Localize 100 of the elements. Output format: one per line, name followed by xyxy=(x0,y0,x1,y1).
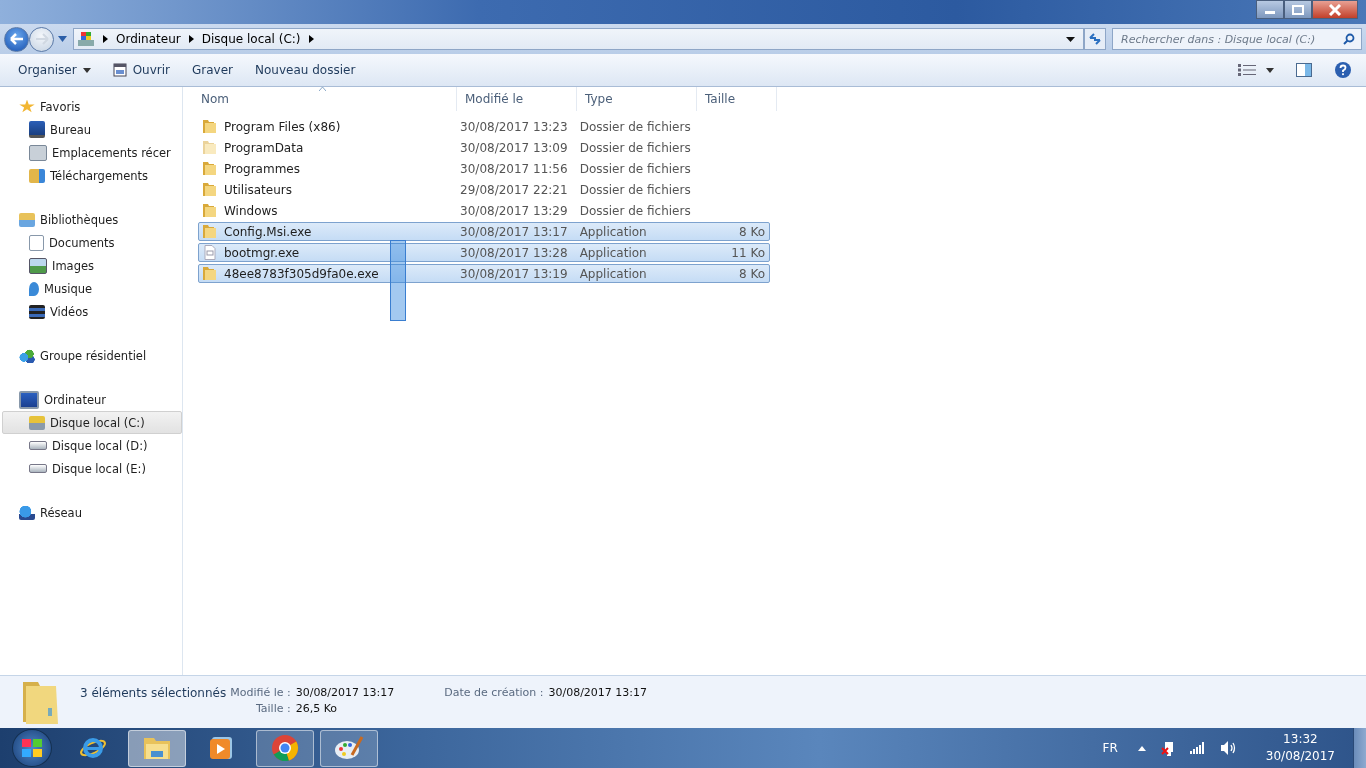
type-cell: Dossier de fichiers xyxy=(579,119,691,134)
file-name: Utilisateurs xyxy=(224,182,292,197)
file-name: Config.Msi.exe xyxy=(224,224,312,239)
taskbar-app-button[interactable] xyxy=(320,729,378,767)
file-row[interactable]: bootmgr.exe 30/08/2017 13:28 Application 11 Ko xyxy=(198,243,770,262)
detail-label: Taille : xyxy=(254,702,291,715)
taskbar-app-button[interactable] xyxy=(256,729,314,767)
minimize-button[interactable] xyxy=(1256,0,1284,19)
detail-label: Modifié le : xyxy=(230,686,291,699)
show-hidden-icons-icon[interactable] xyxy=(1137,745,1146,751)
nav-item[interactable]: Images xyxy=(0,254,182,277)
nav-item[interactable]: Musique xyxy=(0,277,182,300)
nav-icon xyxy=(19,348,35,363)
selection-count: 3 éléments sélectionnés xyxy=(80,686,227,700)
nav-icon xyxy=(29,415,45,430)
column-header[interactable]: Taille xyxy=(697,87,777,111)
nav-item[interactable]: Réseau xyxy=(0,501,182,524)
type-cell: Dossier de fichiers xyxy=(579,161,691,176)
nav-item[interactable]: Disque local (C:) xyxy=(2,411,182,434)
nav-item[interactable]: Téléchargements xyxy=(0,164,182,187)
breadcrumb[interactable]: Ordinateur xyxy=(116,32,181,46)
file-name: bootmgr.exe xyxy=(224,245,300,260)
forward-button[interactable] xyxy=(29,26,54,52)
nav-item[interactable]: Groupe résidentiel xyxy=(0,344,182,367)
breadcrumb-arrow-icon[interactable] xyxy=(188,35,194,43)
chrome-icon xyxy=(271,734,299,762)
file-row[interactable]: Programmes 30/08/2017 11:56 Dossier de fichiers xyxy=(198,159,770,178)
file-row[interactable]: Config.Msi.exe 30/08/2017 13:17 Application 8 Ko xyxy=(198,222,770,241)
nav-item[interactable]: Bureau xyxy=(0,118,182,141)
file-row[interactable]: 48ee8783f305d9fa0e.exe 30/08/2017 13:19 Application 8 Ko xyxy=(198,264,770,283)
taskbar-app-button[interactable] xyxy=(128,729,186,767)
column-header[interactable]: Modifié le xyxy=(457,87,577,111)
dropdown-icon[interactable] xyxy=(1066,36,1075,42)
play-icon xyxy=(208,735,234,761)
nav-icon xyxy=(19,212,35,227)
history-dropdown-icon[interactable] xyxy=(58,36,67,42)
show-desktop-button[interactable] xyxy=(1353,728,1366,768)
nav-icon xyxy=(29,464,47,473)
column-header[interactable]: Nom xyxy=(193,87,457,111)
nav-icon xyxy=(19,505,35,520)
nav-item[interactable]: Ordinateur xyxy=(0,388,182,411)
help-icon[interactable] xyxy=(1334,61,1352,79)
nav-item[interactable]: Emplacements récer xyxy=(0,141,182,164)
file-name: ProgramData xyxy=(224,140,304,155)
nav-item[interactable]: Bibliothèques xyxy=(0,208,182,231)
sort-caret-icon xyxy=(319,87,326,91)
search-field[interactable]: Rechercher dans : Disque local (C:) xyxy=(1112,28,1362,50)
language-indicator[interactable]: FR xyxy=(1102,741,1118,755)
breadcrumb-arrow-icon[interactable] xyxy=(103,35,108,43)
toolbar-button[interactable]: Ouvrir xyxy=(102,59,180,81)
refresh-button[interactable] xyxy=(1084,28,1106,50)
file-icon xyxy=(202,245,218,260)
caret-icon[interactable] xyxy=(1266,67,1274,73)
toolbar-button[interactable]: Nouveau dossier xyxy=(245,59,366,81)
detail-label: Date de création : xyxy=(444,686,544,699)
nav-icon xyxy=(29,234,44,251)
toolbar-button[interactable]: Graver xyxy=(182,59,244,81)
back-button[interactable] xyxy=(4,26,29,52)
clock-date[interactable]: 30/08/2017 xyxy=(1265,748,1335,765)
maximize-button[interactable] xyxy=(1284,0,1312,19)
detail-value: 30/08/2017 13:17 xyxy=(295,686,395,699)
power-plug-icon[interactable] xyxy=(1159,740,1176,756)
speaker-icon[interactable] xyxy=(1219,741,1238,755)
nav-icon xyxy=(29,144,47,161)
nav-item[interactable]: Disque local (E:) xyxy=(0,457,182,480)
close-icon xyxy=(1328,3,1342,16)
windows-logo xyxy=(21,738,43,758)
close-button[interactable] xyxy=(1312,0,1358,19)
file-row[interactable]: Utilisateurs 29/08/2017 22:21 Dossier de fichiers xyxy=(198,180,770,199)
size-cell: 8 Ko xyxy=(738,224,765,239)
arrow-left-icon xyxy=(9,33,24,45)
column-header[interactable]: Type xyxy=(577,87,697,111)
file-row[interactable]: Program Files (x86) 30/08/2017 13:23 Dossier de fichiers xyxy=(198,117,770,136)
file-name: Windows xyxy=(224,203,278,218)
folder-icon xyxy=(202,161,218,176)
palette-icon xyxy=(334,735,364,761)
preview-pane-icon[interactable] xyxy=(1296,63,1312,77)
date-cell: 29/08/2017 22:21 xyxy=(460,182,568,197)
view-options-icon[interactable] xyxy=(1238,64,1256,76)
breadcrumb-arrow-icon[interactable] xyxy=(308,35,314,43)
start-button[interactable] xyxy=(12,729,52,767)
search-icon xyxy=(1343,33,1355,45)
organize-menu-button[interactable]: Organiser xyxy=(8,59,101,81)
nav-item[interactable]: Disque local (D:) xyxy=(0,434,182,457)
breadcrumb[interactable]: Disque local (C:) xyxy=(201,32,301,46)
clock-time[interactable]: 13:32 xyxy=(1283,731,1318,748)
file-row[interactable]: Windows 30/08/2017 13:29 Dossier de fichiers xyxy=(198,201,770,220)
file-name: 48ee8783f305d9fa0e.exe xyxy=(224,266,379,281)
nav-item[interactable]: Favoris xyxy=(0,95,182,118)
file-name: Programmes xyxy=(224,161,300,176)
nav-icon xyxy=(29,304,45,319)
date-cell: 30/08/2017 13:19 xyxy=(460,266,568,281)
maximize-icon xyxy=(1292,4,1304,15)
nav-item[interactable]: Documents xyxy=(0,231,182,254)
window-icon xyxy=(112,63,127,77)
file-row[interactable]: ProgramData 30/08/2017 13:09 Dossier de fichiers xyxy=(198,138,770,157)
nav-item[interactable]: Vidéos xyxy=(0,300,182,323)
signal-bars-icon[interactable] xyxy=(1189,742,1206,754)
nav-icon xyxy=(29,281,39,296)
address-bar[interactable]: Ordinateur Disque local (C:) xyxy=(73,28,1084,50)
